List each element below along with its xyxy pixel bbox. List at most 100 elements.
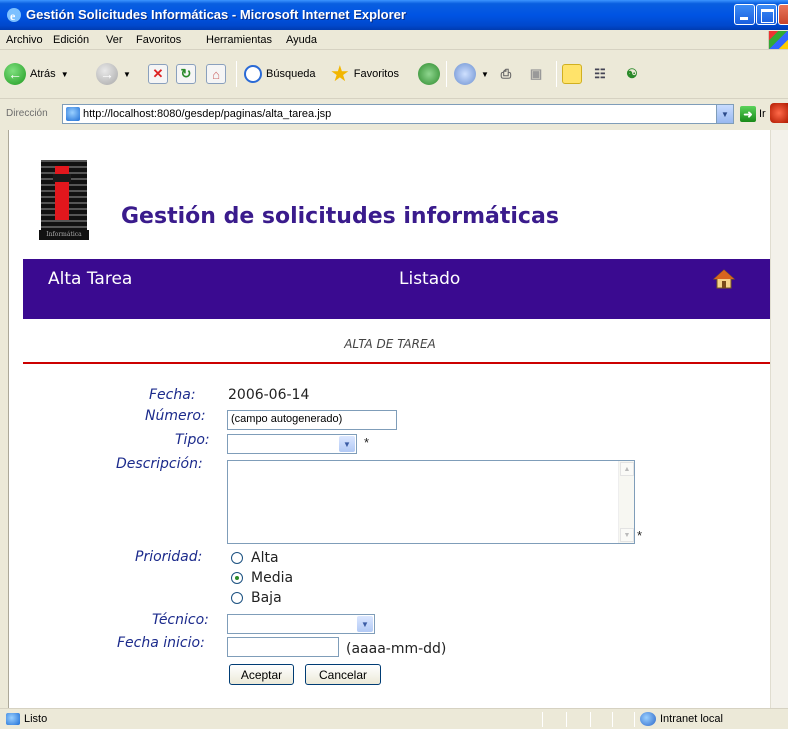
logo-i-gap [53,174,71,182]
informatica-logo: Informática [39,160,89,240]
history-button[interactable] [418,61,440,87]
nav-listado-link[interactable]: Listado [399,269,460,289]
status-separator [566,712,567,727]
required-mark: * [364,435,370,450]
fecha-inicio-field[interactable] [227,637,339,657]
chevron-down-icon: ▼ [481,69,489,79]
toolbar-separator [446,61,447,87]
home-icon: ⌂ [206,64,226,84]
svg-text:e: e [10,9,16,23]
status-bar: Listo Intranet local [0,708,788,729]
windows-logo-icon [768,31,788,49]
menu-herramientas[interactable]: Herramientas [206,34,272,46]
prioridad-radio-baja[interactable]: Baja [231,590,282,606]
home-icon[interactable] [712,269,736,289]
radio-media[interactable] [231,572,243,584]
prioridad-radio-alta[interactable]: Alta [231,550,279,566]
go-button[interactable]: ➜ Ir [740,106,766,122]
refresh-button[interactable]: ↻ [176,61,196,87]
status-separator [634,712,635,727]
chevron-down-icon: ▼ [339,436,355,452]
window-title: Gestión Solicitudes Informáticas - Micro… [26,7,406,22]
radio-alta-label: Alta [251,550,279,566]
menu-edicion[interactable]: Edición [53,34,89,46]
messenger-button[interactable]: ☯ [622,61,642,87]
go-label: Ir [759,108,766,120]
fecha-value: 2006-06-14 [228,387,310,403]
descripcion-textarea[interactable]: ▲ ▼ [227,460,635,544]
address-bar: Dirección http://localhost:8080/gesdep/p… [0,100,788,128]
edit-button[interactable]: ▣ [526,61,546,87]
browser-window: e Gestión Solicitudes Informáticas - Mic… [0,0,788,729]
address-dropdown-icon[interactable]: ▼ [716,105,733,123]
favorites-button[interactable]: ★ Favoritos [330,61,399,87]
forward-arrow-icon: → [96,63,118,85]
zone-text: Intranet local [660,713,723,725]
print-button[interactable]: ⎙ [496,61,516,87]
page-icon [66,107,80,121]
forward-button[interactable]: → ▼ [96,61,131,87]
minimize-button[interactable] [734,4,755,25]
menu-ayuda[interactable]: Ayuda [286,34,317,46]
address-input[interactable]: http://localhost:8080/gesdep/paginas/alt… [62,104,734,124]
tecnico-label: Técnico: [152,612,209,628]
fecha-inicio-label: Fecha inicio: [117,635,205,651]
menu-ver[interactable]: Ver [106,34,123,46]
nav-bar: Alta Tarea Listado [23,259,770,319]
messenger-icon: ☯ [626,66,638,81]
textarea-scrollbar[interactable]: ▲ ▼ [618,461,634,543]
close-button[interactable] [778,4,788,25]
numero-field[interactable]: (campo autogenerado) [227,410,397,430]
aceptar-button[interactable]: Aceptar [229,664,294,685]
research-button[interactable]: ☷ [590,61,610,87]
chevron-down-icon: ▼ [123,69,131,79]
status-separator [542,712,543,727]
page-content: Informática Gestión de solicitudes infor… [8,130,770,708]
go-arrow-icon: ➜ [740,106,756,122]
address-url[interactable]: http://localhost:8080/gesdep/paginas/alt… [83,108,331,120]
menu-archivo[interactable]: Archivo [6,34,43,46]
radio-baja[interactable] [231,592,243,604]
tipo-label: Tipo: [175,432,210,448]
toolbar: ← Atrás ▼ → ▼ ✕ ↻ ⌂ Búsqueda ★ Favoritos [0,51,788,99]
maximize-button[interactable] [756,4,777,25]
refresh-icon: ↻ [176,64,196,84]
tecnico-select[interactable]: ▼ [227,614,375,634]
toolbar-separator [236,61,237,87]
cancelar-button[interactable]: Cancelar [305,664,381,685]
fecha-label: Fecha: [149,387,196,403]
status-separator [590,712,591,727]
radio-alta[interactable] [231,552,243,564]
research-icon: ☷ [594,66,606,81]
notes-icon [562,64,582,84]
page-done-icon [6,713,20,725]
mail-icon [454,63,476,85]
mail-button[interactable]: ▼ [454,61,489,87]
nav-alta-tarea-link[interactable]: Alta Tarea [48,269,132,289]
favorites-star-icon: ★ [330,61,350,86]
menu-favoritos[interactable]: Favoritos [136,34,181,46]
scroll-up-icon[interactable]: ▲ [620,462,634,476]
stop-icon: ✕ [148,64,168,84]
search-button[interactable]: Búsqueda [244,61,316,87]
status-separator [612,712,613,727]
fecha-inicio-hint: (aaaa-mm-dd) [346,641,447,657]
scroll-down-icon[interactable]: ▼ [620,528,634,542]
back-button[interactable]: ← Atrás ▼ [4,61,69,87]
page-scrollbar[interactable] [770,130,788,708]
print-icon: ⎙ [500,66,512,81]
back-arrow-icon: ← [4,63,26,85]
prioridad-radio-media[interactable]: Media [231,570,293,586]
chevron-down-icon: ▼ [60,69,69,79]
chevron-down-icon: ▼ [357,616,373,632]
intranet-zone-icon [640,712,656,726]
search-icon [244,65,262,83]
acrobat-icon[interactable] [770,103,788,123]
required-mark: * [637,528,643,543]
menu-bar: Archivo Edición Ver Favoritos Herramient… [0,30,788,50]
home-button[interactable]: ⌂ [206,61,226,87]
tipo-select[interactable]: ▼ [227,434,357,454]
search-label: Búsqueda [266,68,316,80]
stop-button[interactable]: ✕ [148,61,168,87]
notes-button[interactable] [562,61,582,87]
